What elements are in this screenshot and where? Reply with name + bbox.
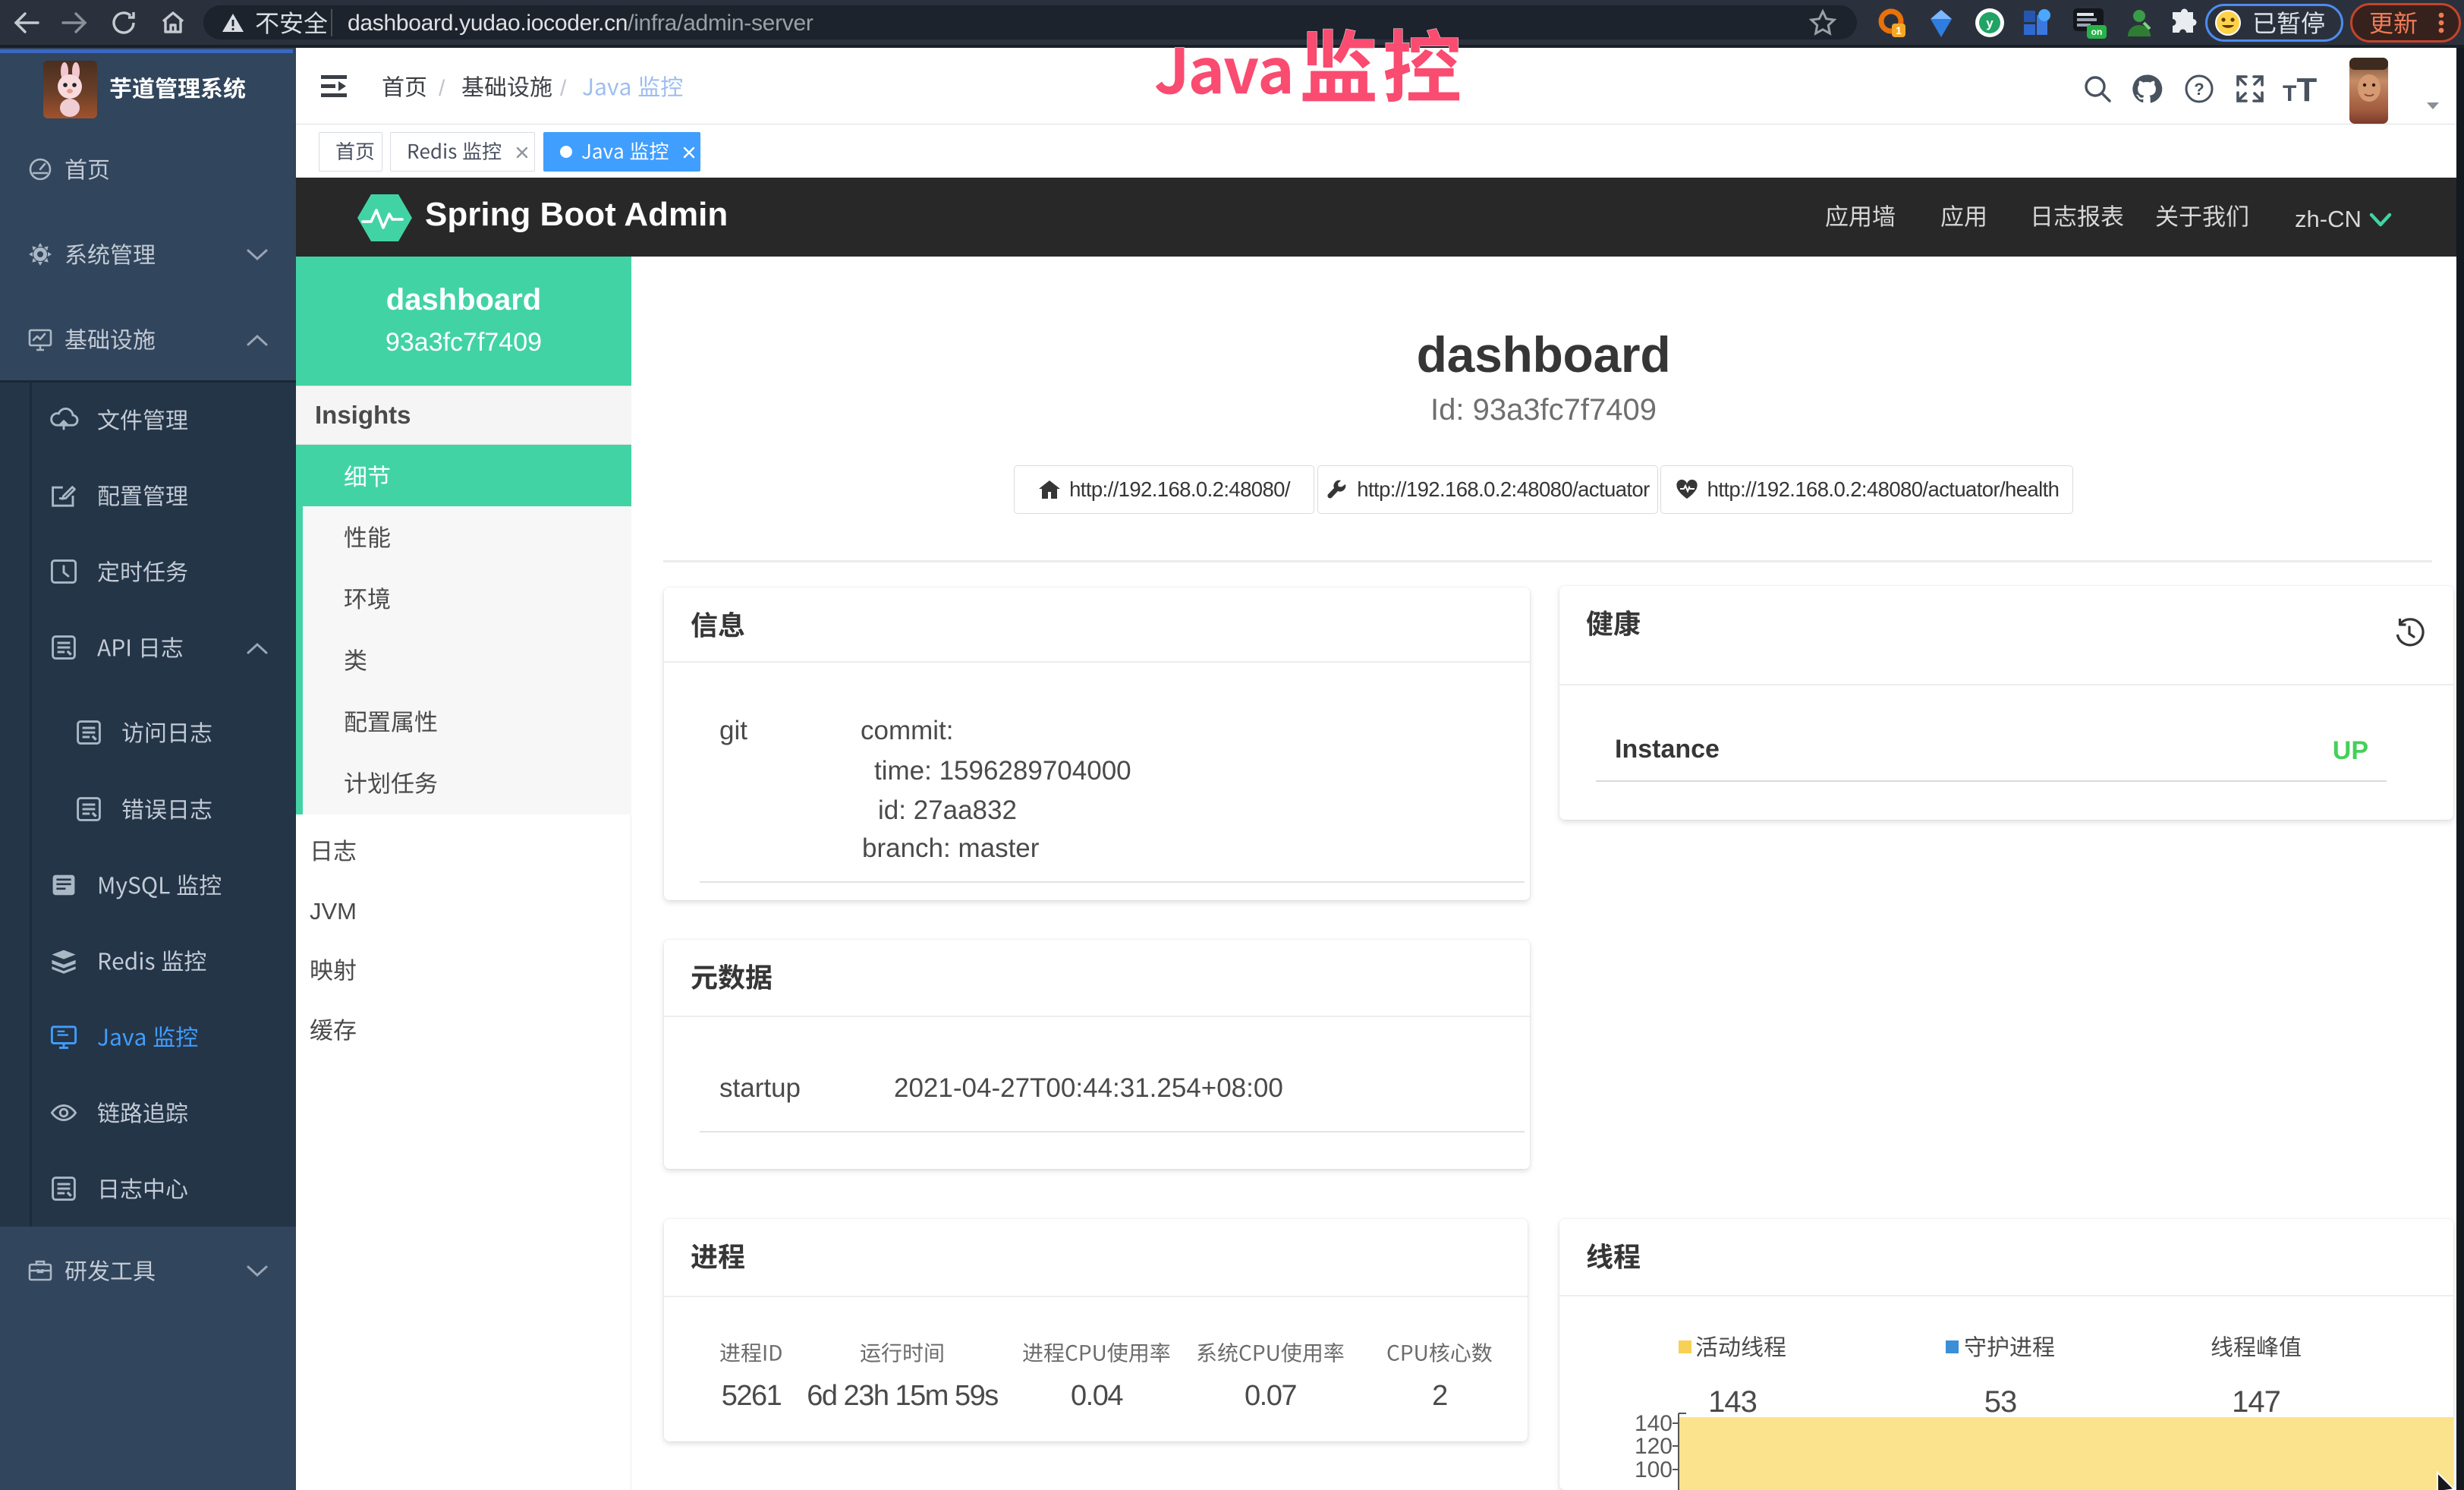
svg-text:1: 1 [1896,24,1902,36]
svg-text:on: on [2091,27,2103,37]
svg-text:y: y [1986,16,1994,30]
svg-text:120: 120 [1635,1434,1673,1459]
svg-text:100: 100 [1635,1457,1673,1482]
svg-text:?: ? [2194,80,2204,99]
svg-text:140: 140 [1635,1411,1673,1436]
